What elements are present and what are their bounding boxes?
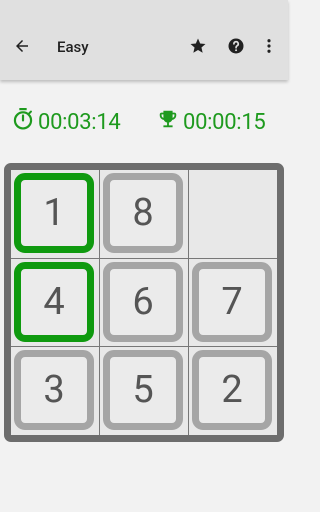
tile-7[interactable]: 7: [192, 262, 272, 342]
elapsed-time: 00:03:14: [38, 109, 121, 135]
tile-1[interactable]: 1: [14, 173, 94, 253]
stopwatch-icon: [12, 107, 34, 137]
board-cell[interactable]: 8: [100, 170, 188, 258]
board-cell[interactable]: 6: [100, 259, 188, 347]
app-bar: Easy: [0, 0, 288, 80]
board-cell[interactable]: 2: [189, 347, 277, 435]
elapsed-timer: 00:03:14: [12, 107, 121, 137]
more-vert-icon[interactable]: [259, 36, 279, 56]
best-time: 00:00:15: [183, 109, 266, 135]
help-icon[interactable]: [226, 36, 246, 56]
tile-8[interactable]: 8: [103, 173, 183, 253]
puzzle-board: 1 8 4 6 7 3 5 2: [4, 163, 284, 442]
tile-4[interactable]: 4: [14, 262, 94, 342]
tile-2[interactable]: 2: [192, 350, 272, 430]
board-cell[interactable]: 3: [11, 347, 99, 435]
board-cell[interactable]: 4: [11, 259, 99, 347]
page-title: Easy: [57, 38, 89, 56]
best-timer: 00:00:15: [157, 108, 266, 136]
star-icon[interactable]: [188, 36, 208, 56]
tile-3[interactable]: 3: [14, 350, 94, 430]
arrow-back-icon[interactable]: [12, 36, 32, 56]
board-cell[interactable]: 5: [100, 347, 188, 435]
trophy-icon: [157, 108, 179, 136]
empty-cell[interactable]: [189, 170, 277, 258]
board-cell[interactable]: 7: [189, 259, 277, 347]
board-cell[interactable]: 1: [11, 170, 99, 258]
tile-6[interactable]: 6: [103, 262, 183, 342]
tile-5[interactable]: 5: [103, 350, 183, 430]
